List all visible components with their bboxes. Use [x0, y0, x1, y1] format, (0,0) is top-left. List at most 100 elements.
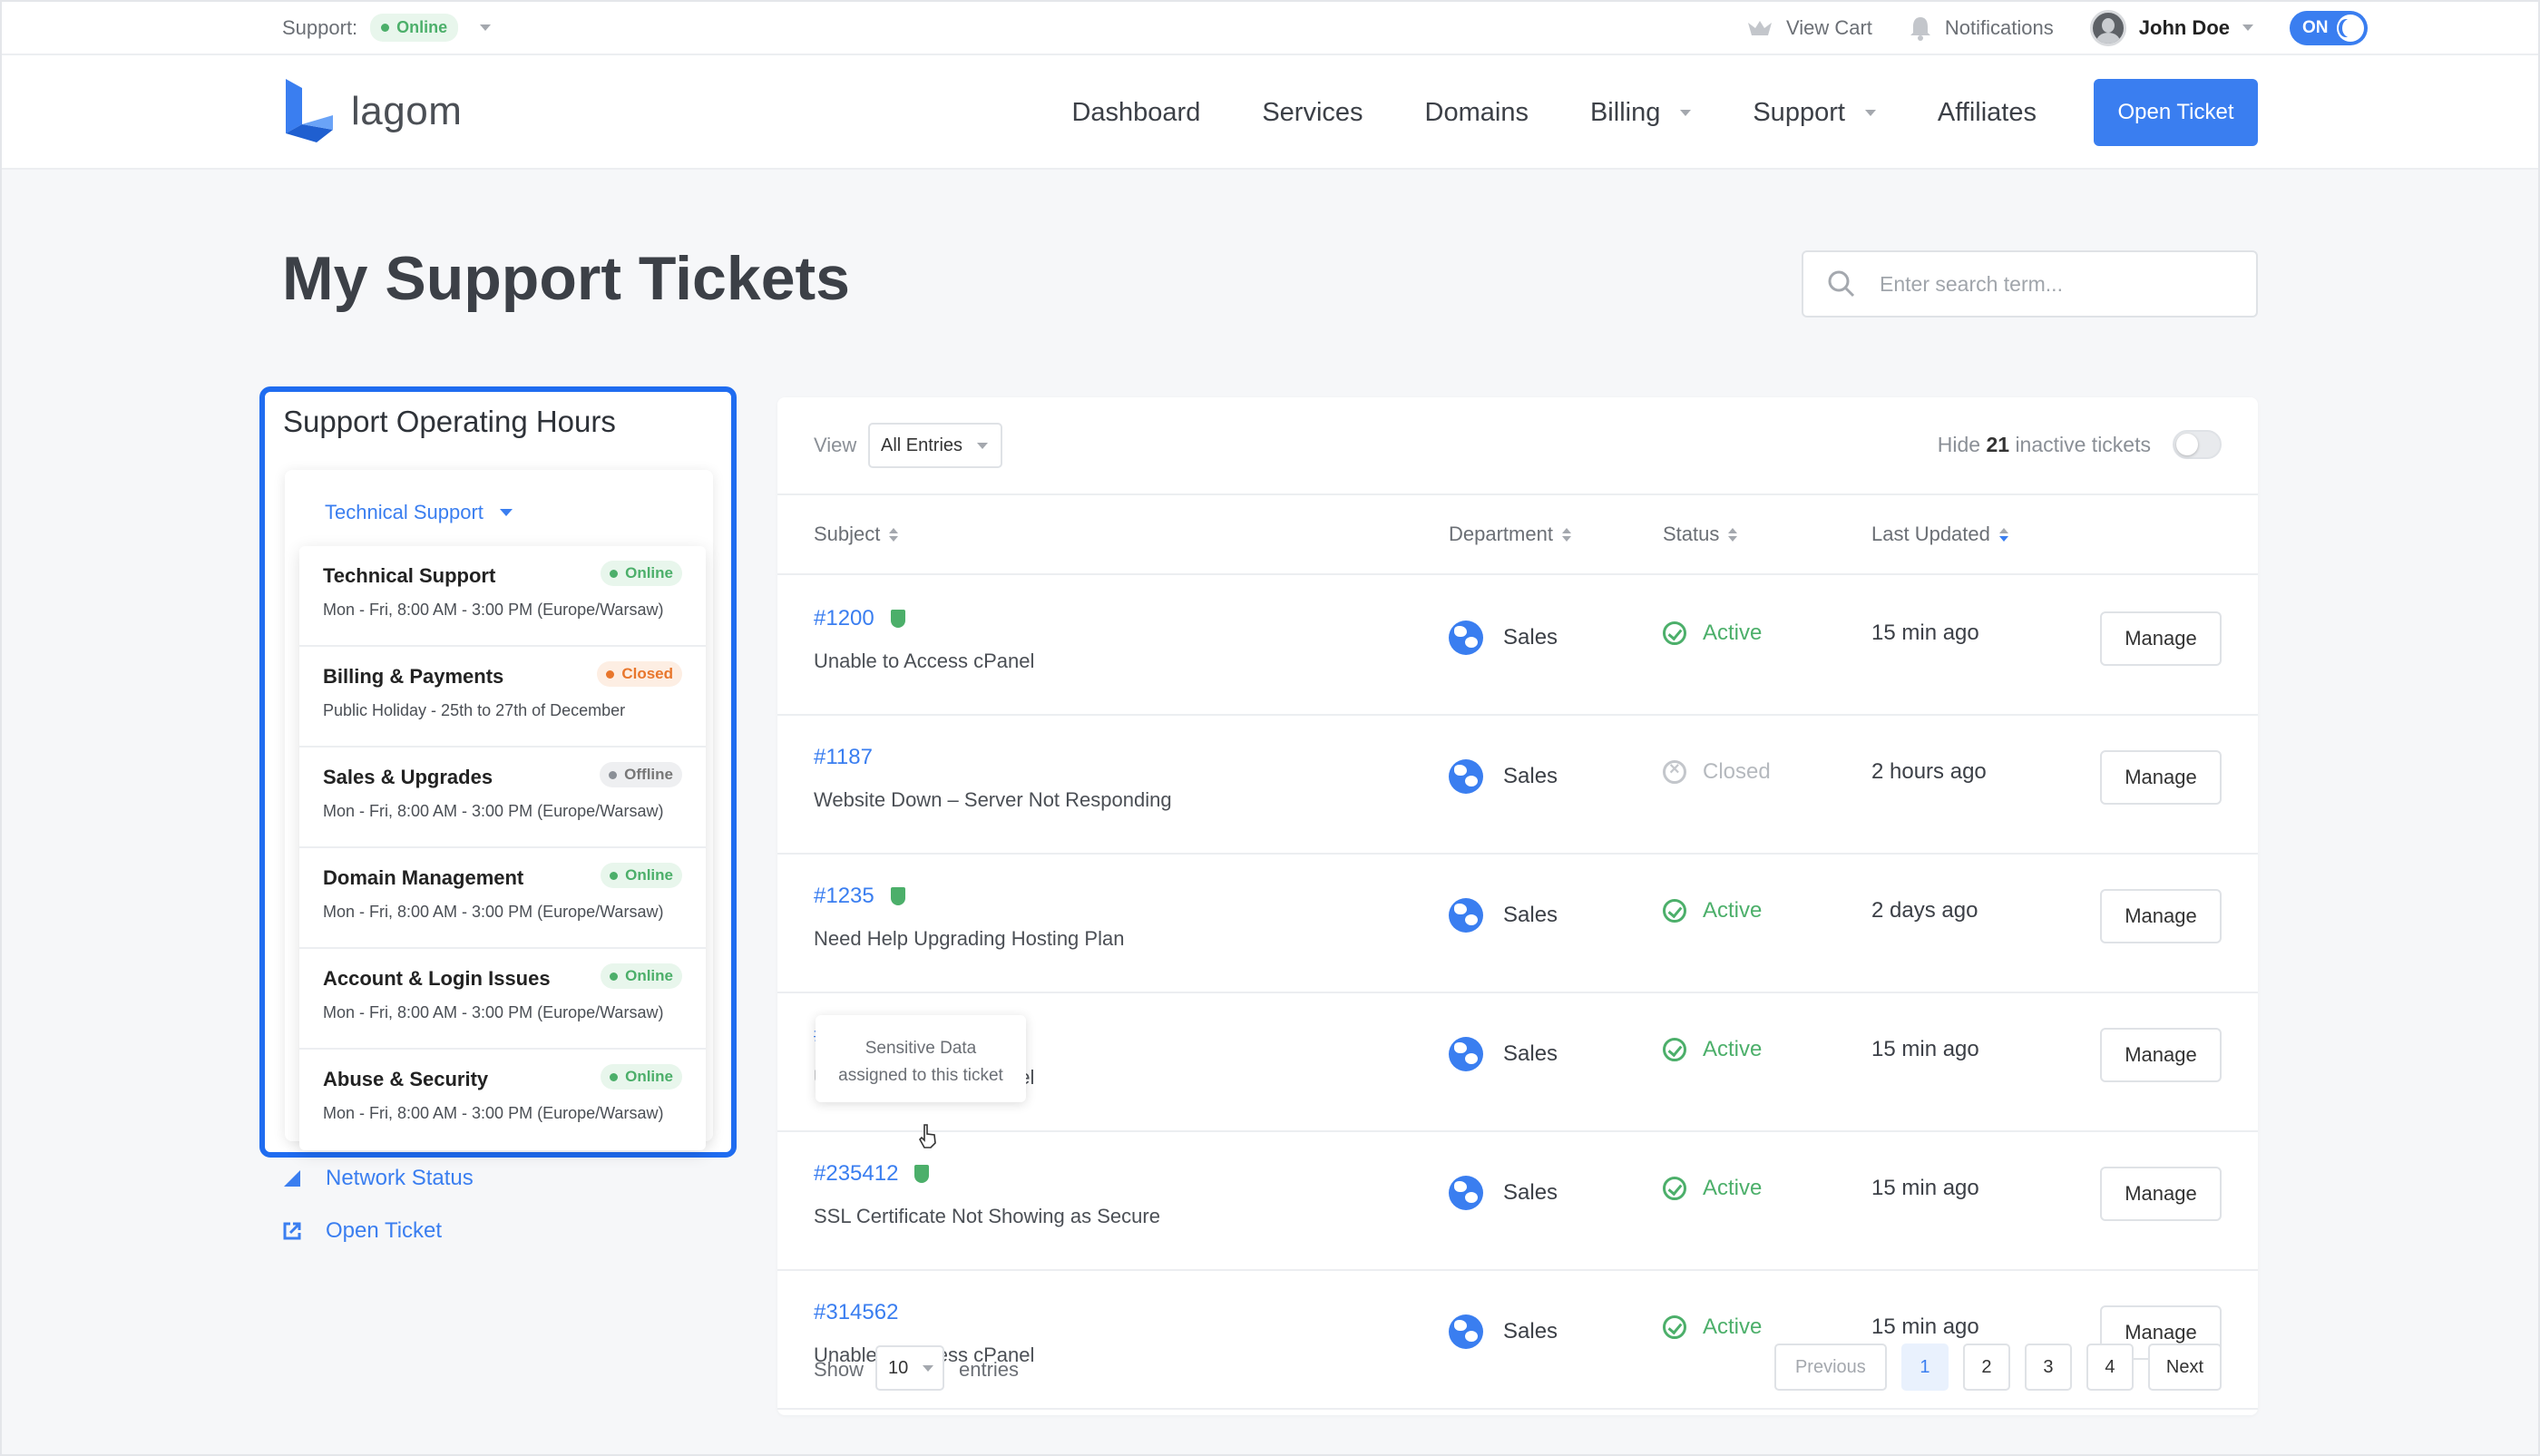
ticket-last-updated: 15 min ago [1871, 1037, 1979, 1061]
user-menu[interactable]: John Doe [2089, 9, 2253, 46]
globe-icon [1449, 759, 1483, 794]
nav-label: Affiliates [1937, 97, 2037, 127]
manage-button[interactable]: Manage [2100, 611, 2222, 666]
table-row[interactable]: #235412 SSL Certificate Not Showing as Se… [777, 1132, 2258, 1271]
notifications-link[interactable]: Notifications [1909, 15, 2054, 41]
page-title: My Support Tickets [282, 244, 850, 313]
nav-billing[interactable]: Billing [1589, 97, 1692, 128]
department-item[interactable]: Billing & Payments Public Holiday - 25th … [299, 647, 706, 748]
column-status[interactable]: Status [1663, 523, 1738, 546]
ticket-id-link[interactable]: #1200 [814, 606, 905, 631]
shield-icon[interactable] [914, 1165, 930, 1183]
table-row[interactable]: #1200 Unable to Access cPanel Sales Active 1… [777, 577, 2258, 716]
nav-dashboard[interactable]: Dashboard [1071, 98, 1200, 128]
ticket-department: Sales [1449, 1037, 1558, 1071]
ticket-id-link[interactable]: #235412 [814, 1161, 930, 1187]
shield-icon[interactable] [890, 887, 905, 905]
support-hours-title: Support Operating Hours [283, 405, 616, 438]
column-label: Status [1663, 523, 1720, 545]
manage-button[interactable]: Manage [2100, 1028, 2222, 1082]
hide-inactive-toggle[interactable] [2173, 430, 2222, 459]
ticket-status: Active [1663, 898, 1762, 923]
logo[interactable]: lagom [282, 79, 462, 144]
ticket-id-link[interactable]: #1235 [814, 884, 905, 909]
department-list: Technical Support Mon - Fri, 8:00 AM - 3:… [299, 546, 706, 1150]
chevron-down-icon[interactable] [480, 24, 492, 31]
dark-mode-toggle[interactable]: ON [2290, 10, 2368, 45]
nav-support[interactable]: Support [1753, 98, 1876, 128]
sort-desc-icon [1998, 527, 2008, 542]
manage-button[interactable]: Manage [2100, 1167, 2222, 1221]
open-ticket-button[interactable]: Open Ticket [2094, 79, 2258, 146]
department-item[interactable]: Abuse & Security Mon - Fri, 8:00 AM - 3:0… [299, 1050, 706, 1150]
chevron-down-icon [977, 442, 989, 449]
inactive-count: 21 [1986, 432, 2010, 456]
sidebar-item-label: Network Status [326, 1166, 474, 1190]
nav-affiliates[interactable]: Affiliates [1938, 98, 2037, 128]
sidebar-item-open-ticket[interactable]: Open Ticket [282, 1205, 474, 1257]
page-button-2[interactable]: 2 [1962, 1344, 2010, 1391]
department-item[interactable]: Domain Management Mon - Fri, 8:00 AM - 3:… [299, 848, 706, 949]
view-cart-label: View Cart [1785, 15, 1872, 39]
globe-icon [1449, 898, 1483, 933]
avatar [2089, 9, 2126, 46]
status-dot-icon [610, 972, 619, 981]
ticket-last-updated: 2 days ago [1871, 898, 1978, 923]
hide-inactive-prefix: Hide [1937, 432, 1981, 456]
sidebar-item-network-status[interactable]: Network Status [282, 1152, 474, 1205]
department-status-text: Online [625, 866, 673, 884]
manage-button[interactable]: Manage [2100, 750, 2222, 805]
column-last-updated[interactable]: Last Updated [1871, 523, 2008, 546]
status-label: Closed [1703, 759, 1771, 784]
column-label: Last Updated [1871, 523, 1990, 545]
sensitive-data-tooltip: Sensitive Data assigned to this ticket [816, 1015, 1026, 1102]
user-name: John Doe [2138, 15, 2230, 39]
column-department[interactable]: Department [1449, 523, 1571, 546]
support-status[interactable]: Support: Online [282, 0, 492, 55]
sidebar-links: Network Status Open Ticket [282, 1152, 474, 1257]
status-dot-icon [610, 871, 619, 880]
next-page-button[interactable]: Next [2147, 1344, 2222, 1391]
nav-label: Billing [1589, 97, 1661, 127]
department-status-text: Closed [621, 665, 673, 682]
tooltip-line: assigned to this ticket [838, 1066, 1003, 1085]
department-status-badge: Online [601, 863, 682, 888]
manage-button[interactable]: Manage [2100, 889, 2222, 943]
department-dropdown[interactable]: Technical Support [325, 501, 513, 524]
department-status-text: Online [625, 564, 673, 581]
table-row[interactable]: #1235 Need Help Upgrading Hosting Plan Sal… [777, 855, 2258, 993]
column-subject[interactable]: Subject [814, 523, 899, 546]
ticket-id-link[interactable]: #1187 [814, 745, 873, 770]
tooltip-line: Sensitive Data [865, 1039, 977, 1058]
shield-icon[interactable] [890, 610, 905, 628]
department-dropdown-value: Technical Support [325, 501, 484, 523]
globe-icon [1449, 1176, 1483, 1210]
department-item[interactable]: Sales & Upgrades Mon - Fri, 8:00 AM - 3:0… [299, 748, 706, 848]
column-label: Department [1449, 523, 1553, 545]
status-dot-icon [609, 770, 618, 779]
page-button-3[interactable]: 3 [2024, 1344, 2072, 1391]
view-cart-link[interactable]: View Cart [1746, 16, 1872, 40]
main-header: lagom Dashboard Services Domains Billing… [0, 55, 2540, 170]
department-item[interactable]: Technical Support Mon - Fri, 8:00 AM - 3:… [299, 546, 706, 647]
page-button-1[interactable]: 1 [1900, 1344, 1949, 1391]
ticket-department: Sales [1449, 621, 1558, 655]
support-label: Support: [282, 15, 358, 39]
view-select[interactable]: All Entries [868, 423, 1002, 468]
department-hours: Mon - Fri, 8:00 AM - 3:00 PM (Europe/War… [323, 1104, 664, 1122]
entries-select[interactable]: 10 [875, 1345, 944, 1391]
department-item[interactable]: Account & Login Issues Mon - Fri, 8:00 AM… [299, 949, 706, 1050]
department-status-text: Online [625, 1068, 673, 1085]
nav-domains[interactable]: Domains [1425, 98, 1529, 128]
table-row[interactable]: #1187 Website Down – Server Not Respondin… [777, 716, 2258, 855]
lagom-logo-icon [286, 79, 333, 142]
department-status-badge: Closed [597, 661, 682, 687]
search-input[interactable] [1880, 271, 2224, 297]
page-button-4[interactable]: 4 [2086, 1344, 2134, 1391]
previous-page-button[interactable]: Previous [1773, 1344, 1887, 1391]
status-dot-icon [610, 569, 619, 578]
logo-text: lagom [351, 89, 463, 133]
hide-inactive-suffix: inactive tickets [2015, 432, 2151, 456]
nav-services[interactable]: Services [1262, 98, 1363, 128]
department-hours: Mon - Fri, 8:00 AM - 3:00 PM (Europe/War… [323, 903, 664, 921]
